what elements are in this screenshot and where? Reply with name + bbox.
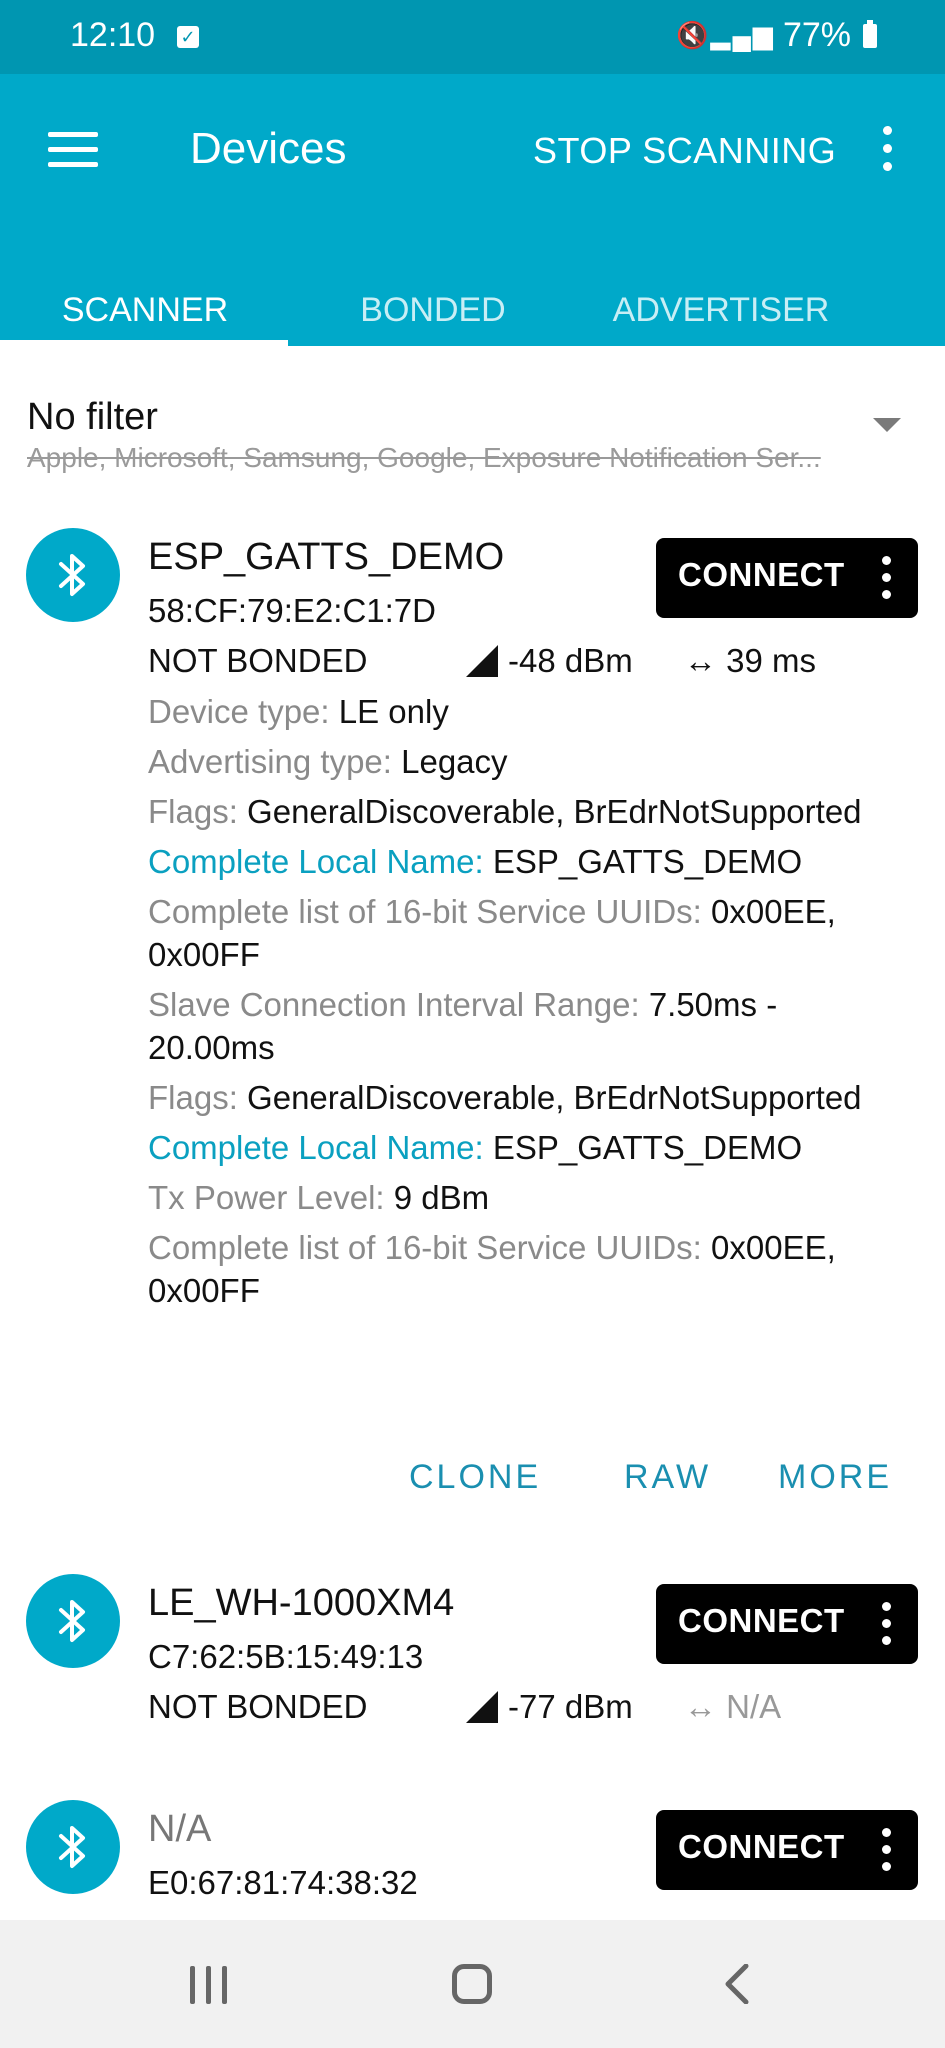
detail-key: Complete Local Name: [148,1129,493,1166]
detail-value: LE only [338,693,449,730]
detail-key: Advertising type: [148,743,402,780]
device-address: C7:62:5B:15:49:13 [148,1638,424,1675]
detail-key: Tx Power Level: [148,1179,394,1216]
detail-row: Flags: GeneralDiscoverable, BrEdrNotSupp… [148,1076,908,1119]
connect-button[interactable]: CONNECT [656,1584,918,1664]
detail-row: Tx Power Level: 9 dBm [148,1176,908,1219]
connect-button[interactable]: CONNECT [656,1810,918,1890]
system-nav-bar [0,1920,945,2048]
raw-button[interactable]: RAW [624,1458,711,1497]
signal-strength-icon [466,645,498,677]
tab-advertiser[interactable]: ADVERTISER [576,260,866,346]
device-name: N/A [148,1808,212,1850]
filter-excluded-list: Apple, Microsoft, Samsung, Google, Expos… [27,442,821,473]
advertising-interval: ↔ 39 ms [684,642,816,680]
clone-button[interactable]: CLONE [409,1458,541,1497]
detail-key: Slave Connection Interval Range: [148,986,649,1023]
detail-value: GeneralDiscoverable, BrEdrNotSupported [247,1079,862,1116]
rssi-value: -77 dBm [466,1688,633,1726]
signal-strength-icon [466,1691,498,1723]
page-title: Devices [190,124,347,173]
advertising-interval: ↔ N/A [684,1688,781,1726]
bluetooth-icon [26,1574,120,1668]
interval-text: 39 ms [726,642,817,679]
connect-label: CONNECT [678,556,845,593]
home-icon[interactable] [452,1964,492,2004]
battery-icon [863,19,877,48]
bluetooth-icon [26,528,120,622]
detail-key: Flags: [148,793,248,830]
bond-state: NOT BONDED [148,642,368,679]
detail-row: Complete list of 16-bit Service UUIDs: 0… [148,1226,908,1312]
rssi-text: -77 dBm [508,1688,633,1725]
connect-button[interactable]: CONNECT [656,538,918,618]
connect-label: CONNECT [678,1602,845,1639]
hamburger-menu-icon[interactable] [48,132,98,168]
detail-value: GeneralDiscoverable, BrEdrNotSupported [247,793,862,830]
dropdown-arrow-icon [873,418,901,432]
detail-row: Flags: GeneralDiscoverable, BrEdrNotSupp… [148,790,908,833]
more-button[interactable]: MORE [778,1458,892,1497]
status-time: 12:10 [70,16,156,54]
connect-options-icon[interactable] [880,1828,892,1872]
rssi-value: -48 dBm [466,642,633,680]
filter-title: No filter [27,396,158,438]
battery-percent: 77% [782,16,851,54]
interval-arrows-icon: ↔ [684,642,727,679]
detail-row: Device type: LE only [148,690,908,733]
interval-arrows-icon: ↔ [684,1688,727,1725]
bluetooth-icon [26,1800,120,1894]
detail-value: ESP_GATTS_DEMO [492,843,803,880]
advertising-details: Device type: LE only Advertising type: L… [148,690,908,1319]
detail-key: Complete list of 16-bit Service UUIDs: [148,1229,712,1266]
detail-key: Flags: [148,1079,248,1116]
signal-icon: 🔇▂▄▆ [676,20,775,50]
device-card[interactable]: N/A E0:67:81:74:38:32 CONNECT [0,1768,945,1920]
device-address: E0:67:81:74:38:32 [148,1864,418,1901]
device-card[interactable]: LE_WH-1000XM4 C7:62:5B:15:49:13 NOT BOND… [0,1542,945,1770]
detail-value: 9 dBm [393,1179,490,1216]
detail-key: Complete Local Name: [148,843,493,880]
connect-options-icon[interactable] [880,556,892,600]
device-card[interactable]: ESP_GATTS_DEMO 58:CF:79:E2:C1:7D NOT BON… [0,496,945,1544]
tab-bonded[interactable]: BONDED [288,260,578,346]
filter-dropdown[interactable]: No filter Apple, Microsoft, Samsung, Goo… [0,346,945,498]
detail-row: Advertising type: Legacy [148,740,908,783]
detail-row: Complete Local Name: ESP_GATTS_DEMO [148,1126,908,1169]
interval-text: N/A [726,1688,782,1725]
back-icon[interactable] [722,1964,750,2004]
device-name: LE_WH-1000XM4 [148,1582,455,1624]
detail-value: ESP_GATTS_DEMO [492,1129,803,1166]
detail-row: Complete Local Name: ESP_GATTS_DEMO [148,840,908,883]
detail-row: Complete list of 16-bit Service UUIDs: 0… [148,890,908,976]
checkbox-notification-icon: ✓ [177,26,199,48]
detail-key: Complete list of 16-bit Service UUIDs: [148,893,712,930]
device-name: ESP_GATTS_DEMO [148,536,505,578]
detail-row: Slave Connection Interval Range: 7.50ms … [148,983,908,1069]
device-address: 58:CF:79:E2:C1:7D [148,592,436,629]
connect-options-icon[interactable] [880,1602,892,1646]
connect-label: CONNECT [678,1828,845,1865]
status-right: 🔇▂▄▆ 77% [676,16,877,55]
detail-key: Device type: [148,693,339,730]
tab-bar: SCANNER BONDED ADVERTISER [0,260,945,346]
bond-state: NOT BONDED [148,1688,368,1725]
app-bar: Devices STOP SCANNING SCANNER BONDED ADV… [0,74,945,347]
tab-scanner[interactable]: SCANNER [0,260,290,346]
rssi-text: -48 dBm [508,642,633,679]
overflow-menu-icon[interactable] [880,126,894,172]
status-bar: 12:10 ✓ 🔇▂▄▆ 77% [0,0,945,74]
stop-scanning-button[interactable]: STOP SCANNING [533,130,836,172]
detail-value: Legacy [401,743,508,780]
device-actions: CLONE RAW MORE [0,1458,945,1518]
recents-icon[interactable] [188,1966,230,2004]
